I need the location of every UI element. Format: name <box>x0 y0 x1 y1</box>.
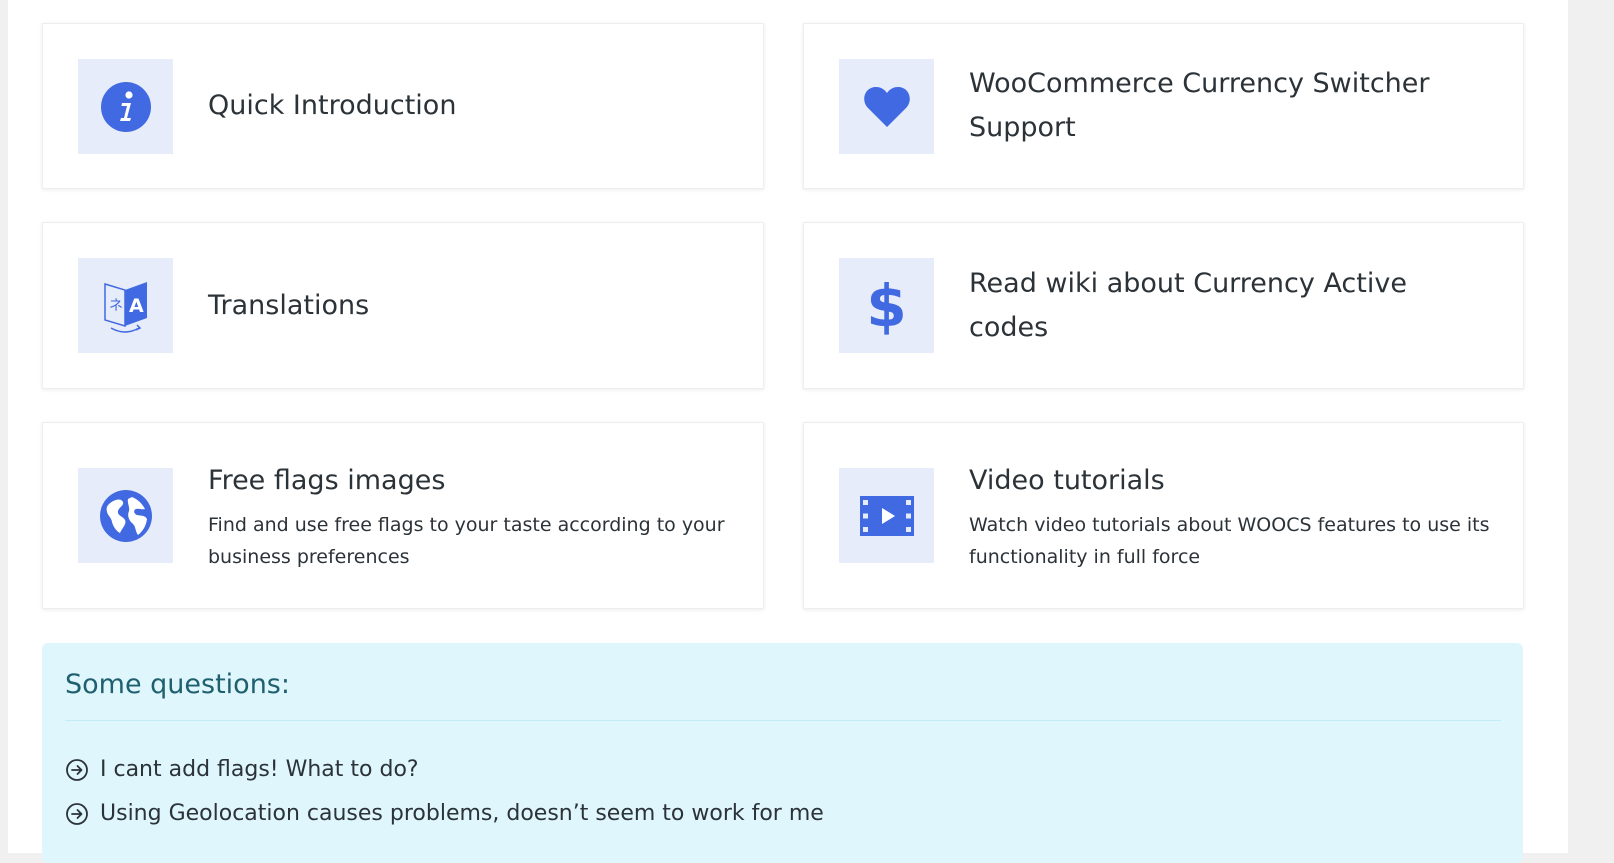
info-icon <box>100 81 151 132</box>
translate-icon: ネ A <box>103 281 147 333</box>
icon-box <box>839 59 934 154</box>
video-icon <box>859 495 914 536</box>
card-title: WooCommerce Currency Switcher Support <box>969 68 1430 143</box>
svg-text:A: A <box>129 295 144 317</box>
page: Quick Introduction WooCommerce Currency … <box>8 0 1568 863</box>
card-title: Free flags images <box>208 465 446 496</box>
card-description: Find and use free flags to your taste ac… <box>208 514 725 568</box>
globe-icon <box>99 489 152 542</box>
card-support[interactable]: WooCommerce Currency Switcher Support <box>803 23 1524 189</box>
card-quick-introduction[interactable]: Quick Introduction <box>42 23 764 189</box>
icon-box <box>839 468 934 563</box>
card-title: Video tutorials <box>969 465 1165 496</box>
heart-icon <box>863 86 910 127</box>
card-currency-wiki[interactable]: $ Read wiki about Currency Active codes <box>803 222 1524 389</box>
questions-panel: Some questions: I cant add flags! What t… <box>42 643 1523 863</box>
arrow-circle-right-icon <box>66 802 88 825</box>
icon-box <box>78 468 173 563</box>
icon-box <box>78 59 173 154</box>
card-title: Translations <box>208 289 370 321</box>
card-free-flags[interactable]: Free flags images Find and use free flag… <box>42 422 764 609</box>
card-title: Quick Introduction <box>208 90 457 121</box>
card-translations[interactable]: ネ A Translations <box>42 222 764 389</box>
card-video-tutorials[interactable]: Video tutorials Watch video tutorials ab… <box>803 422 1524 609</box>
question-link[interactable]: Using Geolocation causes problems, doesn… <box>65 801 824 826</box>
question-link[interactable]: I cant add flags! What to do? <box>65 757 419 782</box>
card-description: Watch video tutorials about WOOCS featur… <box>969 514 1490 568</box>
icon-box: $ <box>839 258 934 353</box>
question-text: Using Geolocation causes problems, doesn… <box>100 801 824 826</box>
dollar-icon: $ <box>866 271 907 340</box>
question-text: I cant add flags! What to do? <box>100 757 419 782</box>
svg-text:ネ: ネ <box>109 298 123 314</box>
icon-box: ネ A <box>78 258 173 353</box>
divider <box>65 720 1501 721</box>
card-title: Read wiki about Currency Active codes <box>969 267 1407 343</box>
questions-heading: Some questions: <box>65 669 290 700</box>
arrow-circle-right-icon <box>66 758 88 781</box>
